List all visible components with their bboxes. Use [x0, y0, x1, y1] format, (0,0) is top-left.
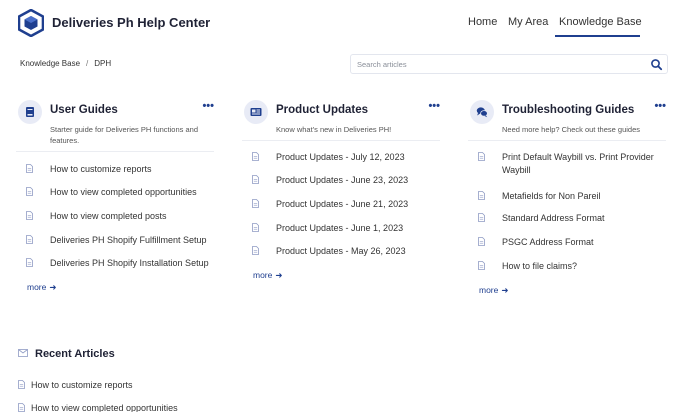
- document-icon: [26, 211, 33, 220]
- site-title[interactable]: Deliveries Ph Help Center: [52, 15, 210, 30]
- more-link[interactable]: more ➜: [253, 270, 283, 281]
- article-title[interactable]: Deliveries PH Shopify Fulfillment Setup: [50, 234, 207, 247]
- article-title[interactable]: How to customize reports: [31, 379, 133, 392]
- category-title[interactable]: Product Updates: [276, 104, 368, 116]
- arrow-right-icon: ➜: [501, 285, 509, 295]
- document-icon: [26, 187, 33, 196]
- document-icon: [252, 223, 259, 232]
- more-options-icon[interactable]: •••: [654, 100, 666, 112]
- chat-icon: [470, 100, 494, 124]
- category-description: Know what's new in Deliveries PH!: [276, 125, 392, 134]
- envelope-icon: [18, 349, 28, 357]
- breadcrumb-dph[interactable]: DPH: [94, 59, 111, 68]
- document-icon: [478, 237, 485, 246]
- category-description: Need more help? Check out these guides: [502, 125, 641, 134]
- article-title[interactable]: Product Updates - May 26, 2023: [276, 245, 406, 258]
- divider: [16, 151, 214, 152]
- breadcrumb-separator: /: [86, 59, 89, 68]
- more-link[interactable]: more ➜: [479, 285, 509, 296]
- article-title[interactable]: Product Updates - June 23, 2023: [276, 174, 408, 187]
- article-title[interactable]: How to view completed opportunities: [31, 402, 178, 412]
- category-description: Starter guide for Deliveries PH function…: [50, 125, 198, 145]
- article-title[interactable]: How to view completed opportunities: [50, 186, 197, 199]
- more-label[interactable]: more: [253, 270, 272, 280]
- document-icon: [478, 191, 485, 200]
- category-title[interactable]: User Guides: [50, 104, 118, 116]
- breadcrumb: Knowledge Base / DPH: [20, 59, 111, 68]
- category-title[interactable]: Troubleshooting Guides: [502, 104, 634, 116]
- recent-articles-title: Recent Articles: [35, 348, 115, 360]
- document-icon: [26, 164, 33, 173]
- book-icon: [18, 100, 42, 124]
- document-icon: [26, 258, 33, 267]
- article-title[interactable]: Deliveries PH Shopify Installation Setup: [50, 257, 209, 270]
- article-title[interactable]: How to customize reports: [50, 163, 152, 176]
- more-label[interactable]: more: [479, 285, 498, 295]
- document-icon: [18, 380, 25, 389]
- document-icon: [252, 199, 259, 208]
- search-icon[interactable]: [650, 58, 663, 71]
- search-input[interactable]: [357, 57, 642, 71]
- article-title[interactable]: Product Updates - June 1, 2023: [276, 222, 403, 235]
- article-title[interactable]: How to file claims?: [502, 260, 577, 273]
- article-title[interactable]: Metafields for Non Pareil: [502, 190, 601, 203]
- divider: [242, 140, 440, 141]
- article-title[interactable]: Product Updates - July 12, 2023: [276, 151, 405, 164]
- document-icon: [478, 261, 485, 270]
- breadcrumb-knowledge-base[interactable]: Knowledge Base: [20, 59, 80, 68]
- document-icon: [252, 152, 259, 161]
- newspaper-icon: [244, 100, 268, 124]
- document-icon: [252, 246, 259, 255]
- article-title[interactable]: Standard Address Format: [502, 212, 605, 225]
- document-icon: [18, 403, 25, 412]
- document-icon: [478, 213, 485, 222]
- document-icon: [478, 152, 485, 161]
- document-icon: [252, 175, 259, 184]
- active-nav-indicator: [555, 35, 640, 37]
- nav-knowledge-base[interactable]: Knowledge Base: [559, 16, 642, 28]
- more-label[interactable]: more: [27, 282, 46, 292]
- more-options-icon[interactable]: •••: [202, 100, 214, 112]
- article-title[interactable]: How to view completed posts: [50, 210, 167, 223]
- site-header: Deliveries Ph Help Center Home My Area K…: [0, 0, 680, 46]
- arrow-right-icon: ➜: [49, 282, 57, 292]
- more-options-icon[interactable]: •••: [428, 100, 440, 112]
- article-title[interactable]: PSGC Address Format: [502, 236, 594, 249]
- nav-my-area[interactable]: My Area: [508, 16, 548, 28]
- document-icon: [26, 235, 33, 244]
- article-title[interactable]: Print Default Waybill vs. Print Provider…: [502, 151, 672, 177]
- search-box: [350, 54, 668, 74]
- logo-icon[interactable]: [18, 9, 44, 37]
- more-link[interactable]: more ➜: [27, 282, 57, 293]
- article-title[interactable]: Product Updates - June 21, 2023: [276, 198, 408, 211]
- arrow-right-icon: ➜: [275, 270, 283, 280]
- divider: [468, 140, 666, 141]
- nav-home[interactable]: Home: [468, 16, 497, 28]
